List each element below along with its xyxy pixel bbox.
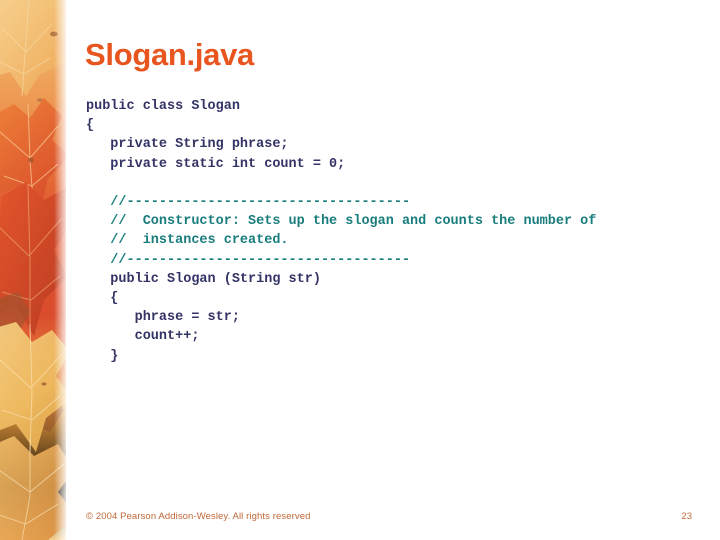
code-line: } bbox=[86, 348, 119, 364]
code-line: //----------------------------------- bbox=[86, 195, 411, 210]
code-line: public Slogan (String str) bbox=[86, 271, 321, 287]
autumn-leaves-decorative-band bbox=[0, 0, 68, 540]
java-code-listing: public class Slogan { private String phra… bbox=[86, 97, 596, 366]
code-line: public class Slogan bbox=[86, 99, 240, 114]
code-line: { bbox=[86, 118, 95, 134]
code-line: count++; bbox=[86, 329, 200, 345]
code-line: { bbox=[86, 291, 119, 307]
footer-copyright-text: © 2004 Pearson Addison-Wesley. All right… bbox=[86, 511, 311, 522]
leaf-band-white-edge bbox=[66, 0, 68, 540]
page-title: Slogan.java bbox=[85, 37, 254, 72]
code-line: // instances created. bbox=[86, 233, 289, 249]
code-line: //----------------------------------- bbox=[86, 252, 411, 268]
autumn-leaves-illustration bbox=[0, 0, 68, 540]
code-line: private static int count = 0; bbox=[86, 156, 346, 172]
code-line: phrase = str; bbox=[86, 310, 240, 326]
slide-canvas: Slogan.java public class Slogan { private… bbox=[0, 0, 720, 540]
footer-page-number: 23 bbox=[681, 511, 692, 522]
code-line: // Constructor: Sets up the slogan and c… bbox=[86, 214, 597, 230]
code-line: private String phrase; bbox=[86, 137, 289, 153]
